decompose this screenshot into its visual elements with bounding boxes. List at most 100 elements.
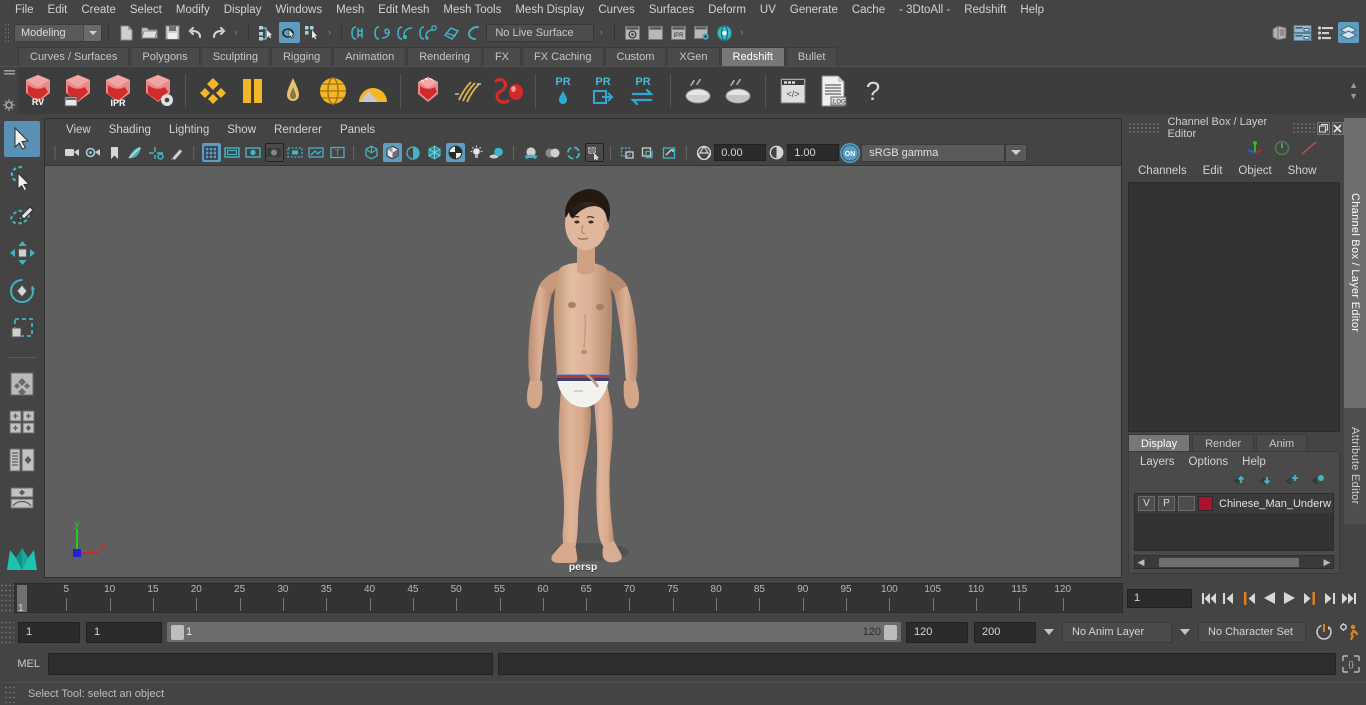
shelf-tab-redshift[interactable]: Redshift	[720, 47, 785, 66]
shelf-btn-redshift-volume[interactable]	[488, 70, 528, 112]
menu-item-help[interactable]: Help	[1013, 2, 1051, 18]
toggle-channel-box-icon[interactable]	[1315, 22, 1336, 43]
image-plane-icon[interactable]	[126, 143, 145, 162]
character-set-selector[interactable]: No Character Set	[1198, 621, 1306, 643]
save-scene-icon[interactable]	[162, 22, 183, 43]
motion-blur-icon[interactable]	[543, 143, 562, 162]
menu-item-redshift[interactable]: Redshift	[957, 2, 1013, 18]
snap-projected-center-icon[interactable]	[418, 22, 439, 43]
viewport-toolbar-grip[interactable]: │	[52, 147, 59, 159]
shelf-tab-custom[interactable]: Custom	[604, 47, 667, 66]
toggle-attribute-editor-icon[interactable]	[1292, 22, 1313, 43]
shelf-btn-redshift-physical-sun[interactable]	[353, 70, 393, 112]
shelf-btn-redshift-render-settings[interactable]	[138, 70, 178, 112]
anim-layer-selector[interactable]: No Anim Layer	[1062, 621, 1172, 643]
move-layer-up-icon[interactable]	[1232, 474, 1247, 489]
character-model-chinese-man[interactable]	[473, 174, 693, 574]
bookmark-icon[interactable]	[105, 143, 124, 162]
grease-pencil-icon[interactable]	[168, 143, 187, 162]
create-layer-from-selected-icon[interactable]	[1310, 474, 1325, 489]
toggle-outliner-icon[interactable]	[1269, 22, 1290, 43]
menu-item-modify[interactable]: Modify	[169, 2, 217, 18]
menu-item-mesh[interactable]: Mesh	[329, 2, 371, 18]
shelf-btn-redshift-bake-render[interactable]	[718, 70, 758, 112]
scrollbar-thumb[interactable]	[1159, 557, 1299, 567]
persp-graph-layout[interactable]	[4, 480, 40, 516]
scroll-right-arrow-icon[interactable]: ▶	[1321, 557, 1333, 568]
select-hierarchy-icon[interactable]	[256, 22, 277, 43]
hypershade-icon[interactable]	[714, 22, 735, 43]
shelf-btn-redshift-material-blender[interactable]	[233, 70, 273, 112]
ipr-render-icon[interactable]: IPR	[668, 22, 689, 43]
toolbar-collapse-arrow-3[interactable]: ›	[599, 27, 603, 39]
shelf-btn-redshift-export-pr[interactable]: PR	[583, 70, 623, 112]
layer-menu-help[interactable]: Help	[1235, 455, 1273, 469]
color-space-dropdown-arrow[interactable]	[1005, 143, 1028, 162]
shelf-tab-curves-surfaces[interactable]: Curves / Surfaces	[18, 47, 130, 66]
render-current-frame-icon[interactable]	[645, 22, 666, 43]
xray-joints-icon[interactable]	[639, 143, 658, 162]
panel-grip-left[interactable]	[1128, 122, 1160, 134]
screen-space-ao-icon[interactable]	[522, 143, 541, 162]
viewport-menu-shading[interactable]: Shading	[100, 123, 160, 137]
panel-close-icon[interactable]	[1331, 121, 1344, 135]
camera-icon[interactable]	[63, 143, 82, 162]
aperture-icon[interactable]	[694, 143, 713, 162]
snap-curve-icon[interactable]	[372, 22, 393, 43]
shelf-btn-redshift-light-ies[interactable]	[273, 70, 313, 112]
shelf-btn-redshift-bake-set[interactable]	[678, 70, 718, 112]
layer-menu-options[interactable]: Options	[1182, 455, 1236, 469]
snap-view-plane-icon[interactable]	[441, 22, 462, 43]
gamma-value-field[interactable]: 1.00	[787, 144, 840, 161]
exposure-value-field[interactable]: 0.00	[714, 144, 767, 161]
animation-end-time-field[interactable]: 200	[974, 621, 1036, 643]
slider-icon[interactable]	[1300, 140, 1318, 159]
shelf-btn-redshift-proxy-pr[interactable]: PR	[543, 70, 583, 112]
step-back-keyframe-icon[interactable]	[1220, 588, 1238, 608]
film-gate-icon[interactable]	[223, 143, 242, 162]
scale-tool[interactable]	[4, 311, 40, 347]
undo-icon[interactable]	[185, 22, 206, 43]
menu-item-3dtoall[interactable]: - 3DtoAll -	[892, 2, 957, 18]
shelf-btn-redshift-render-view[interactable]: RV	[18, 70, 58, 112]
shelf-btn-redshift-material[interactable]	[193, 70, 233, 112]
menu-item-windows[interactable]: Windows	[268, 2, 329, 18]
single-perspective-view-layout[interactable]	[4, 404, 40, 440]
text-overlay-icon[interactable]: T	[328, 143, 347, 162]
current-time-indicator[interactable]: 1	[17, 585, 27, 612]
layer-visibility-toggle[interactable]: V	[1138, 496, 1155, 511]
toolbar-collapse-arrow-2[interactable]: ›	[328, 27, 332, 39]
resolution-gate-icon[interactable]	[244, 143, 263, 162]
select-component-icon[interactable]	[302, 22, 323, 43]
layer-list-horizontal-scrollbar[interactable]: ◀ ▶	[1134, 555, 1334, 569]
command-input-field[interactable]	[48, 653, 493, 675]
menu-item-deform[interactable]: Deform	[701, 2, 753, 18]
animation-start-time-field[interactable]: 1	[18, 621, 80, 643]
shelf-tab-fx-caching[interactable]: FX Caching	[522, 47, 604, 66]
status-bar-grip[interactable]	[4, 685, 16, 703]
lasso-select-tool[interactable]	[4, 159, 40, 195]
layer-playback-toggle[interactable]: P	[1158, 496, 1175, 511]
shelf-tab-bullet[interactable]: Bullet	[785, 47, 838, 66]
vtab-attribute-editor[interactable]: Attribute Editor	[1344, 408, 1366, 524]
layer-tab-anim[interactable]: Anim	[1256, 434, 1308, 452]
menu-item-mesh-display[interactable]: Mesh Display	[508, 2, 591, 18]
layer-color-swatch[interactable]	[1198, 496, 1213, 511]
viewport-3d-canvas[interactable]: y x persp	[45, 166, 1121, 577]
step-forward-frame-icon[interactable]	[1300, 588, 1318, 608]
viewport-menu-view[interactable]: View	[57, 123, 100, 137]
snap-grid-icon[interactable]	[349, 22, 370, 43]
toggle-layer-editor-icon[interactable]	[1338, 22, 1359, 43]
toolbar-grip[interactable]	[4, 23, 11, 42]
anim-layer-chevron-icon[interactable]	[1180, 629, 1190, 635]
gamma-icon[interactable]	[767, 143, 786, 162]
animation-preferences-icon[interactable]	[1336, 623, 1362, 641]
shelf-btn-redshift-convert-pr[interactable]: PR	[623, 70, 663, 112]
menu-item-edit-mesh[interactable]: Edit Mesh	[371, 2, 436, 18]
textured-icon[interactable]	[445, 143, 465, 162]
shelf-btn-redshift-hair[interactable]	[448, 70, 488, 112]
auto-keyframe-icon[interactable]	[1312, 623, 1336, 641]
toolbar-collapse-arrow[interactable]: ›	[234, 27, 238, 39]
menu-item-mesh-tools[interactable]: Mesh Tools	[436, 2, 508, 18]
shelf-tab-rigging[interactable]: Rigging	[270, 47, 333, 66]
